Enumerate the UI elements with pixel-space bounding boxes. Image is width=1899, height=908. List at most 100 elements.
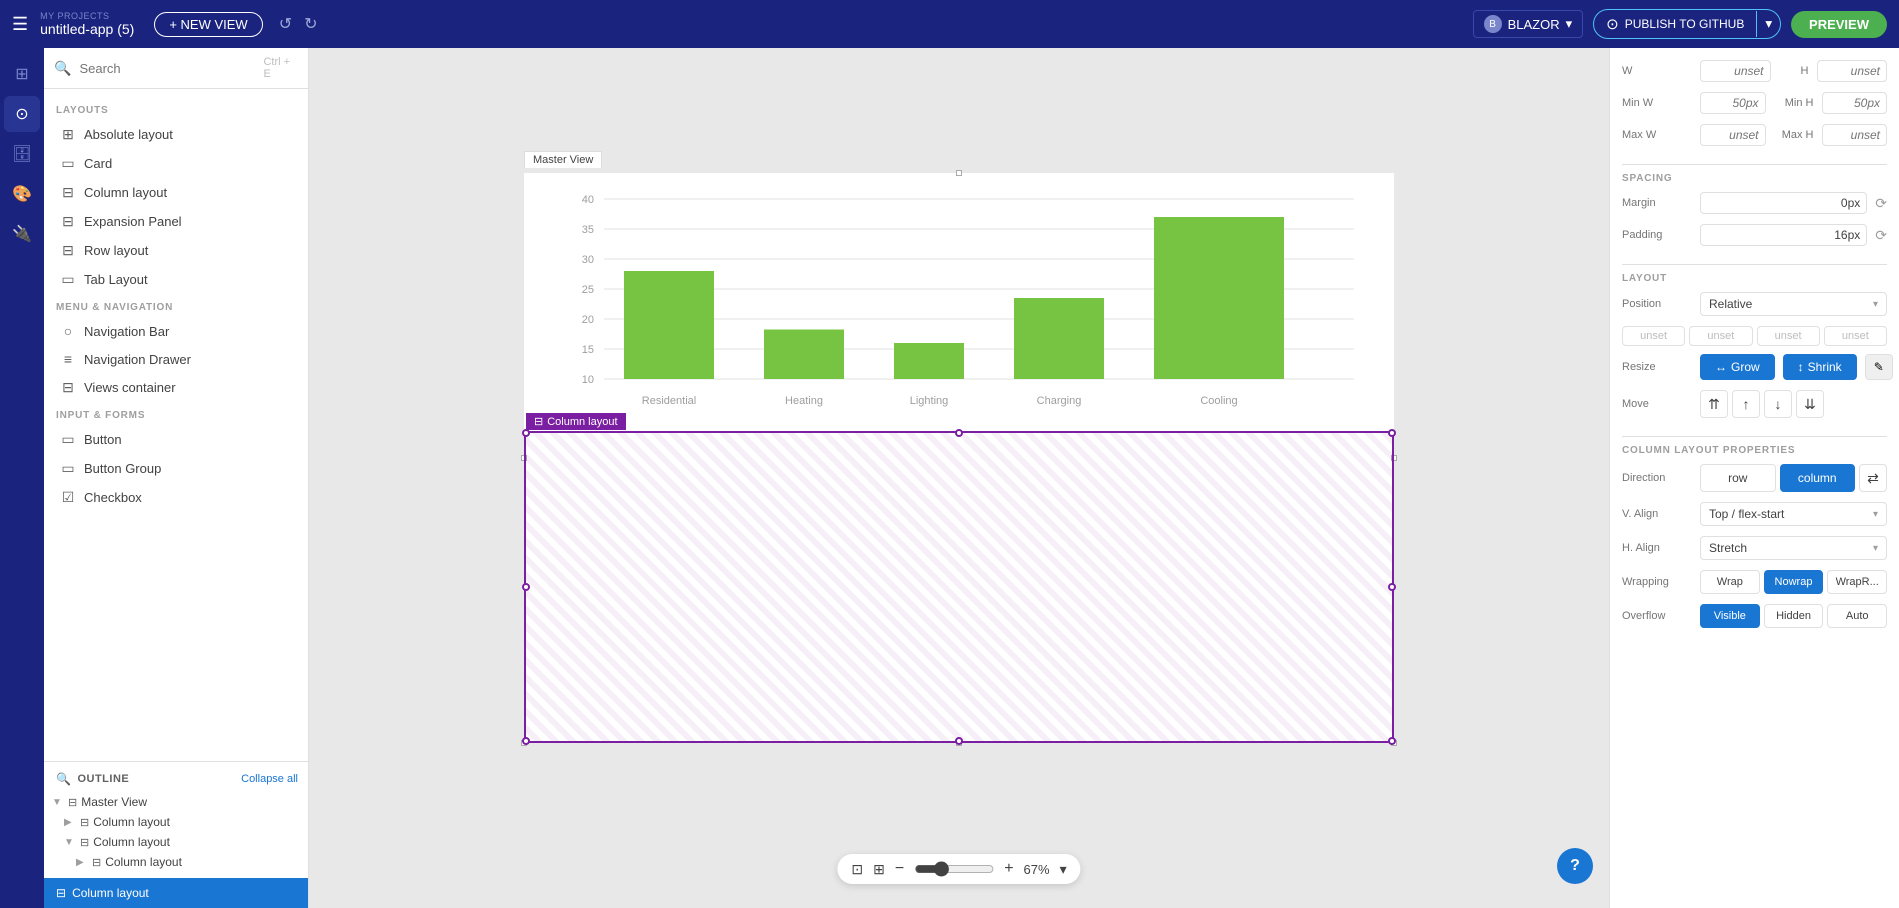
zoom-in-button[interactable]: + [1004, 860, 1013, 878]
handle-top-left[interactable] [522, 429, 530, 437]
nowrap-button[interactable]: Nowrap [1764, 570, 1824, 594]
publish-main-button[interactable]: ⊙ PUBLISH TO GITHUB [1594, 10, 1756, 38]
component-item-column[interactable]: ⊟ Column layout [44, 178, 308, 207]
redo-icon[interactable]: ↻ [304, 14, 317, 34]
zoom-out-button[interactable]: − [895, 860, 904, 878]
preview-button[interactable]: PREVIEW [1791, 11, 1887, 38]
resize-edit-button[interactable]: ✎ [1865, 354, 1893, 380]
component-item-card[interactable]: ▭ Card [44, 149, 308, 178]
publish-button[interactable]: ⊙ PUBLISH TO GITHUB ▾ [1593, 9, 1781, 39]
component-item-navdrawer[interactable]: ≡ Navigation Drawer [44, 345, 308, 373]
col-layout-text: Column layout [547, 416, 617, 428]
component-label-tab: Tab Layout [84, 272, 148, 287]
padding-value[interactable]: 16px [1700, 224, 1867, 246]
fit-icon[interactable]: ⊡ [851, 861, 863, 878]
svg-text:Lighting: Lighting [910, 395, 949, 407]
canvas-area[interactable]: Master View 40 [309, 48, 1609, 908]
component-item-views[interactable]: ⊟ Views container [44, 373, 308, 402]
blazor-selector[interactable]: B BLAZOR ▾ [1473, 10, 1584, 38]
component-item-buttongroup[interactable]: ▭ Button Group [44, 454, 308, 483]
sidebar-item-components[interactable]: ⊙ [4, 96, 40, 132]
outline-tree: ▼ ⊟ Master View ▶ ⊟ Column layout ▼ ⊟ Co… [44, 790, 308, 872]
component-item-expansion[interactable]: ⊟ Expansion Panel [44, 207, 308, 236]
collapse-all-button[interactable]: Collapse all [241, 773, 298, 785]
component-item-row[interactable]: ⊟ Row layout [44, 236, 308, 265]
tree-item-col3[interactable]: ▶ ⊟ Column layout [44, 852, 308, 872]
component-item-checkbox[interactable]: ☑ Checkbox [44, 483, 308, 512]
component-item-absolute[interactable]: ⊞ Absolute layout [44, 120, 308, 149]
margin-value[interactable]: 0px [1700, 192, 1867, 214]
move-bottom-button[interactable]: ⇊ [1796, 390, 1824, 418]
sidebar-item-plugins[interactable]: 🔌 [4, 216, 40, 252]
tree-item-col1[interactable]: ▶ ⊟ Column layout [44, 812, 308, 832]
zoom-slider[interactable] [914, 861, 994, 877]
max-w-value[interactable]: unset [1700, 124, 1766, 146]
undo-icon[interactable]: ↺ [279, 14, 292, 34]
layouts-section-header: LAYOUTS [44, 97, 308, 120]
direction-swap-button[interactable]: ⇄ [1859, 464, 1887, 492]
w-value[interactable]: unset [1700, 60, 1771, 82]
wrapr-button[interactable]: WrapR... [1827, 570, 1887, 594]
unset-cell-1[interactable]: unset [1689, 326, 1752, 346]
handle-bot-left[interactable] [522, 737, 530, 745]
svg-text:15: 15 [582, 344, 594, 356]
min-w-value[interactable]: 50px [1700, 92, 1766, 114]
v-align-dropdown[interactable]: Top / flex-start ▾ [1700, 502, 1887, 526]
position-dropdown[interactable]: Relative ▾ [1700, 292, 1887, 316]
component-item-navbar[interactable]: ○ Navigation Bar [44, 317, 308, 345]
unset-cell-0[interactable]: unset [1622, 326, 1685, 346]
unset-cell-2[interactable]: unset [1757, 326, 1820, 346]
sidebar-item-palette[interactable]: 🎨 [4, 176, 40, 212]
menu-icon[interactable]: ☰ [12, 14, 28, 35]
overflow-hidden-button[interactable]: Hidden [1764, 604, 1824, 628]
component-item-tab[interactable]: ▭ Tab Layout [44, 265, 308, 294]
margin-label: Margin [1622, 197, 1692, 209]
shrink-button[interactable]: ↕ Shrink [1783, 354, 1857, 380]
margin-sync-icon[interactable]: ⟳ [1875, 195, 1887, 212]
sidebar-item-database[interactable]: 🗄 [4, 136, 40, 172]
grow-button[interactable]: ↔ Grow [1700, 354, 1775, 380]
h-align-chevron: ▾ [1873, 543, 1878, 554]
svg-text:Residential: Residential [642, 395, 696, 407]
wrap-button[interactable]: Wrap [1700, 570, 1760, 594]
handle-bot-right[interactable] [1388, 737, 1396, 745]
handle-top-right[interactable] [1388, 429, 1396, 437]
handle-top-center[interactable] [955, 429, 963, 437]
move-top-button[interactable]: ⇈ [1700, 390, 1728, 418]
move-up-button[interactable]: ↑ [1732, 390, 1760, 418]
component-label-navdrawer: Navigation Drawer [84, 352, 191, 367]
direction-row-button[interactable]: row [1700, 464, 1776, 492]
h-align-dropdown[interactable]: Stretch ▾ [1700, 536, 1887, 560]
position-row: Position Relative ▾ [1622, 292, 1887, 316]
publish-dropdown-button[interactable]: ▾ [1756, 11, 1780, 37]
tree-item-master-view[interactable]: ▼ ⊟ Master View [44, 792, 308, 812]
padding-sync-icon[interactable]: ⟳ [1875, 227, 1887, 244]
sidebar-item-layers[interactable]: ⊞ [4, 56, 40, 92]
zoom-level[interactable]: 67% [1024, 862, 1050, 877]
unset-cell-3[interactable]: unset [1824, 326, 1887, 346]
input-forms-section-header: INPUT & FORMS [44, 402, 308, 425]
outline-header: 🔍 OUTLINE Collapse all [44, 768, 308, 790]
component-item-button[interactable]: ▭ Button [44, 425, 308, 454]
direction-row: Direction row column ⇄ [1622, 464, 1887, 492]
search-input[interactable] [79, 61, 255, 76]
h-value[interactable]: unset [1817, 60, 1888, 82]
help-button[interactable]: ? [1557, 848, 1593, 884]
new-view-button[interactable]: + NEW VIEW [154, 12, 262, 37]
handle-bot-center[interactable] [955, 737, 963, 745]
fit-all-icon[interactable]: ⊞ [873, 861, 885, 878]
zoom-dropdown-icon[interactable]: ▾ [1060, 861, 1067, 878]
handle-mid-left[interactable] [522, 583, 530, 591]
padding-row: Padding 16px ⟳ [1622, 224, 1887, 246]
overflow-auto-button[interactable]: Auto [1827, 604, 1887, 628]
overflow-visible-button[interactable]: Visible [1700, 604, 1760, 628]
column-layout-selected[interactable]: ⊟ Column layout [524, 431, 1394, 743]
handle-mid-right[interactable] [1388, 583, 1396, 591]
tree-item-col2[interactable]: ▼ ⊟ Column layout [44, 832, 308, 852]
max-h-value[interactable]: unset [1822, 124, 1888, 146]
bottom-selected-bar[interactable]: ⊟ Column layout [44, 878, 308, 908]
direction-column-button[interactable]: column [1780, 464, 1856, 492]
min-h-value[interactable]: 50px [1822, 92, 1888, 114]
move-down-button[interactable]: ↓ [1764, 390, 1792, 418]
views-icon: ⊟ [60, 379, 76, 396]
